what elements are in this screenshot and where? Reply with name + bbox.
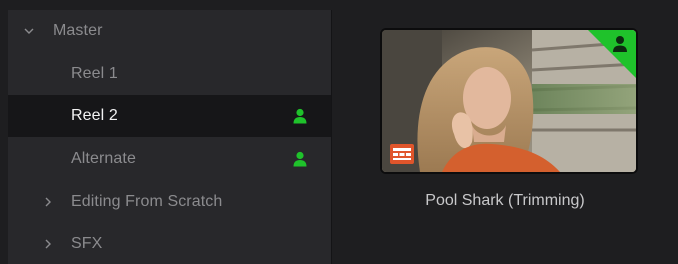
bin-item-reel-2[interactable]: Reel 2 [8, 95, 331, 137]
bin-item-label: Alternate [71, 150, 136, 167]
clip-view-panel: Pool Shark (Trimming) [332, 10, 678, 264]
bin-item-alternate[interactable]: Alternate [8, 138, 331, 180]
bin-item-reel-1[interactable]: Reel 1 [8, 53, 331, 95]
bin-item-label: Reel 1 [71, 65, 118, 82]
clip-name: Pool Shark (Trimming) [425, 192, 585, 209]
clip-thumbnail-image [382, 30, 636, 172]
bin-item-editing-from-scratch[interactable]: Editing From Scratch [8, 181, 331, 223]
bin-item-sfx[interactable]: SFX [8, 223, 331, 264]
bin-list-sidebar: Master Reel 1 Reel 2 Alternate Editing F… [8, 10, 332, 264]
clip-thumbnail[interactable] [380, 28, 638, 174]
chevron-right-icon[interactable] [41, 195, 55, 209]
bin-item-master[interactable]: Master [8, 10, 331, 52]
chevron-down-icon[interactable] [22, 24, 36, 38]
media-pool-window: Master Reel 1 Reel 2 Alternate Editing F… [0, 0, 678, 264]
bin-item-label: Master [53, 22, 103, 39]
bin-item-label: Reel 2 [71, 107, 118, 124]
bin-item-label: SFX [71, 235, 103, 252]
bin-item-label: Editing From Scratch [71, 193, 223, 210]
shared-user-icon [293, 151, 307, 167]
chevron-right-icon[interactable] [41, 237, 55, 251]
shared-user-icon [293, 108, 307, 124]
